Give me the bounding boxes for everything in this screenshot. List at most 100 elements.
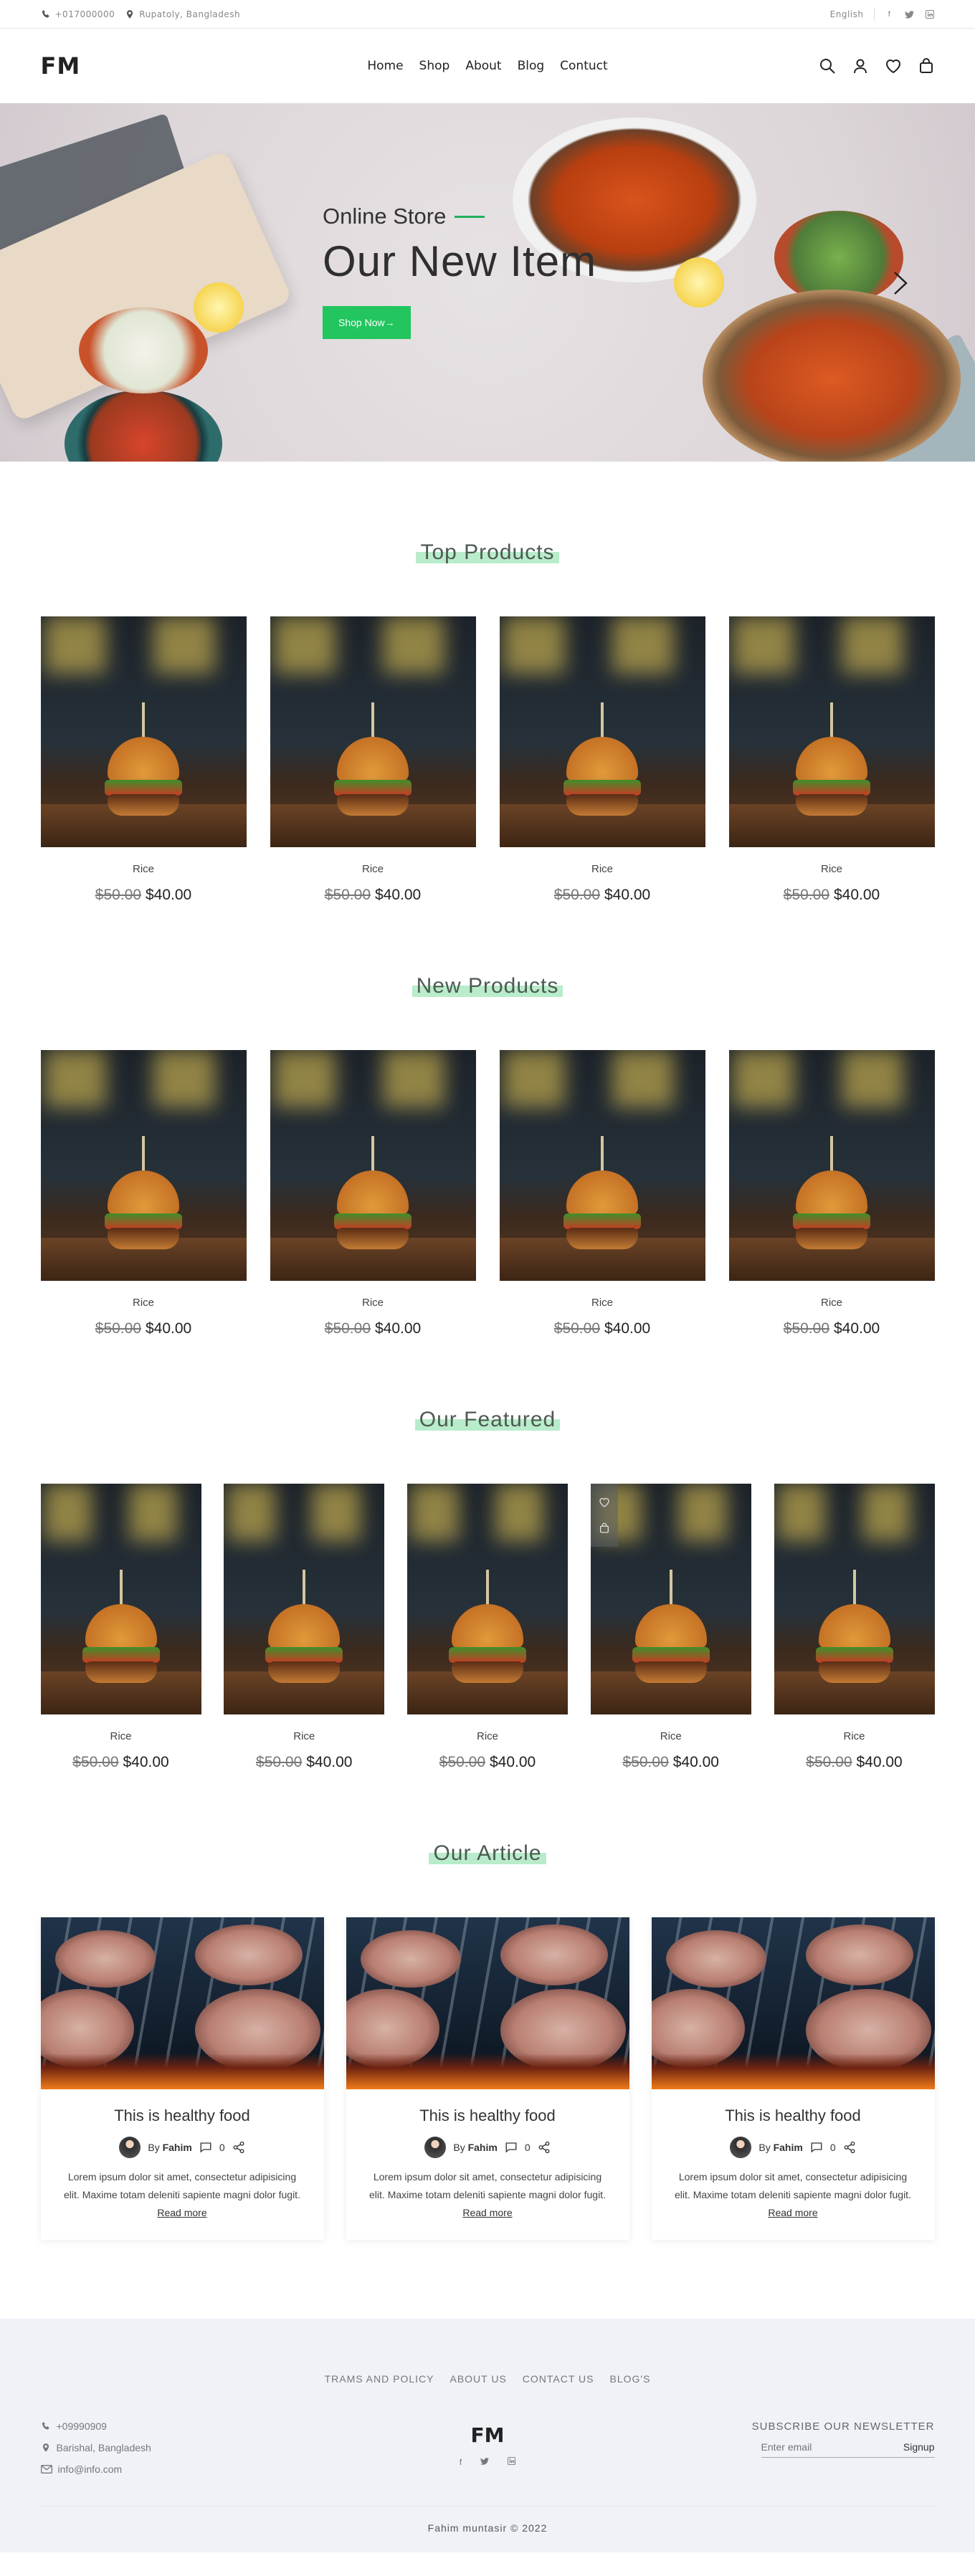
share-icon[interactable] — [843, 2141, 856, 2154]
heart-icon[interactable] — [599, 1497, 610, 1508]
footer-email[interactable]: info@info.com — [58, 2463, 123, 2475]
twitter-icon[interactable] — [905, 9, 915, 19]
read-more-link[interactable]: Read more — [768, 2207, 817, 2218]
product-image[interactable] — [270, 1050, 476, 1281]
top-phone[interactable]: +017000000 — [41, 9, 115, 19]
facebook-icon[interactable]: f — [885, 9, 895, 19]
product-price: $50.00 $40.00 — [270, 1320, 476, 1337]
product-card[interactable]: Rice $50.00 $40.00 — [270, 1050, 476, 1337]
newsletter-email-input[interactable] — [761, 2441, 869, 2453]
linkedin-icon[interactable] — [925, 9, 935, 19]
top-location: Rupatoly, Bangladesh — [125, 9, 240, 19]
product-card[interactable]: Rice $50.00 $40.00 — [499, 616, 705, 904]
read-more-link[interactable]: Read more — [462, 2207, 512, 2218]
footer-links: TRAMS AND POLICY ABOUT US CONTACT US BLO… — [0, 2319, 975, 2385]
current-price: $40.00 — [856, 1754, 903, 1770]
product-price: $50.00 $40.00 — [41, 1754, 201, 1771]
product-card[interactable]: Rice $50.00 $40.00 — [270, 616, 476, 904]
old-price: $50.00 — [783, 1320, 829, 1337]
product-image[interactable] — [499, 1050, 705, 1281]
footer-logo[interactable]: FM — [380, 2423, 595, 2447]
by-label: By — [148, 2142, 160, 2153]
article-card[interactable]: This is healthy food By Fahim 0 Lorem ip… — [346, 1917, 629, 2240]
nav-blog[interactable]: Blog — [518, 59, 545, 73]
facebook-icon[interactable]: f — [460, 2457, 462, 2467]
quick-actions — [590, 1484, 618, 1547]
article-author: By Fahim — [148, 2142, 191, 2153]
nav-shop[interactable]: Shop — [419, 59, 450, 73]
nav-contact[interactable]: Contuct — [560, 59, 608, 73]
product-image[interactable] — [499, 616, 705, 847]
product-image[interactable] — [407, 1484, 568, 1714]
article-card[interactable]: This is healthy food By Fahim 0 Lorem ip… — [651, 1917, 935, 2240]
product-card[interactable]: Rice $50.00 $40.00 — [728, 616, 935, 904]
product-name: Rice — [110, 1730, 132, 1742]
article-title[interactable]: This is healthy food — [346, 2107, 629, 2125]
product-card[interactable]: Rice $50.00 $40.00 — [499, 1050, 705, 1337]
article-card[interactable]: This is healthy food By Fahim 0 Lorem ip… — [40, 1917, 324, 2240]
product-image[interactable] — [774, 1484, 935, 1714]
product-image[interactable] — [40, 1050, 247, 1281]
shop-now-button[interactable]: Shop Now→ — [323, 306, 411, 339]
top-phone-text: +017000000 — [54, 9, 115, 19]
product-image[interactable] — [40, 1484, 201, 1714]
footer-link-about[interactable]: ABOUT US — [450, 2373, 506, 2385]
location-icon — [42, 2443, 49, 2452]
product-card[interactable]: Rice $50.00 $40.00 — [40, 1484, 201, 1771]
site-footer: TRAMS AND POLICY ABOUT US CONTACT US BLO… — [0, 2319, 975, 2552]
current-price: $40.00 — [306, 1754, 353, 1770]
comment-icon — [505, 2142, 517, 2153]
product-card[interactable]: Rice $50.00 $40.00 — [728, 1050, 935, 1337]
twitter-icon[interactable] — [480, 2457, 490, 2467]
read-more-link[interactable]: Read more — [157, 2207, 206, 2218]
product-image[interactable] — [40, 616, 247, 847]
nav-home[interactable]: Home — [367, 59, 403, 73]
signup-button[interactable]: Signup — [903, 2441, 935, 2453]
product-card[interactable]: Rice $50.00 $40.00 — [590, 1484, 751, 1771]
article-text: Lorem ipsum dolor sit amet, consectetur … — [64, 2171, 300, 2200]
comment-icon — [811, 2142, 822, 2153]
footer-link-blog[interactable]: BLOG'S — [610, 2373, 651, 2385]
share-icon[interactable] — [538, 2141, 551, 2154]
language-selector[interactable]: English — [830, 9, 864, 19]
product-name: Rice — [132, 863, 154, 875]
article-title[interactable]: This is healthy food — [652, 2107, 935, 2125]
footer-phone[interactable]: +09990909 — [57, 2420, 107, 2432]
new-products-section: New Products Rice $50.00 $40.00 Rice $50.… — [40, 974, 935, 1337]
copyright: Fahim muntasir © 2022 — [427, 2522, 548, 2534]
product-image[interactable] — [270, 616, 476, 847]
product-image[interactable] — [728, 616, 935, 847]
product-card[interactable]: Rice $50.00 $40.00 — [407, 1484, 568, 1771]
top-products-section: Top Products Rice $50.00 $40.00 Rice $50.… — [40, 540, 935, 904]
product-image[interactable] — [728, 1050, 935, 1281]
user-icon[interactable] — [852, 57, 869, 75]
product-card[interactable]: Rice $50.00 $40.00 — [224, 1484, 385, 1771]
product-image[interactable] — [224, 1484, 385, 1714]
product-image[interactable] — [590, 1484, 751, 1714]
article-image[interactable] — [651, 1917, 935, 2089]
product-card[interactable]: Rice $50.00 $40.00 — [774, 1484, 935, 1771]
articles-section: Our Article This is healthy food By Fahi… — [40, 1841, 935, 2240]
phone-icon — [42, 10, 49, 18]
product-name: Rice — [591, 863, 613, 875]
article-image[interactable] — [40, 1917, 324, 2089]
nav-about[interactable]: About — [465, 59, 501, 73]
site-logo[interactable]: FM — [41, 52, 184, 80]
footer-link-terms[interactable]: TRAMS AND POLICY — [325, 2373, 434, 2385]
product-name: Rice — [293, 1730, 315, 1742]
bag-icon[interactable] — [599, 1522, 610, 1534]
search-icon[interactable] — [819, 57, 836, 75]
bag-icon[interactable] — [918, 57, 935, 75]
product-card[interactable]: Rice $50.00 $40.00 — [40, 616, 247, 904]
old-price: $50.00 — [72, 1754, 119, 1770]
product-name: Rice — [361, 1297, 384, 1309]
heart-icon[interactable] — [885, 57, 902, 75]
article-image[interactable] — [346, 1917, 629, 2089]
footer-link-contact[interactable]: CONTACT US — [523, 2373, 594, 2385]
share-icon[interactable] — [232, 2141, 245, 2154]
chevron-right-icon[interactable] — [892, 269, 909, 297]
article-title[interactable]: This is healthy food — [41, 2107, 324, 2125]
linkedin-icon[interactable] — [508, 2457, 516, 2467]
product-card[interactable]: Rice $50.00 $40.00 — [40, 1050, 247, 1337]
footer-social: f — [380, 2457, 595, 2467]
